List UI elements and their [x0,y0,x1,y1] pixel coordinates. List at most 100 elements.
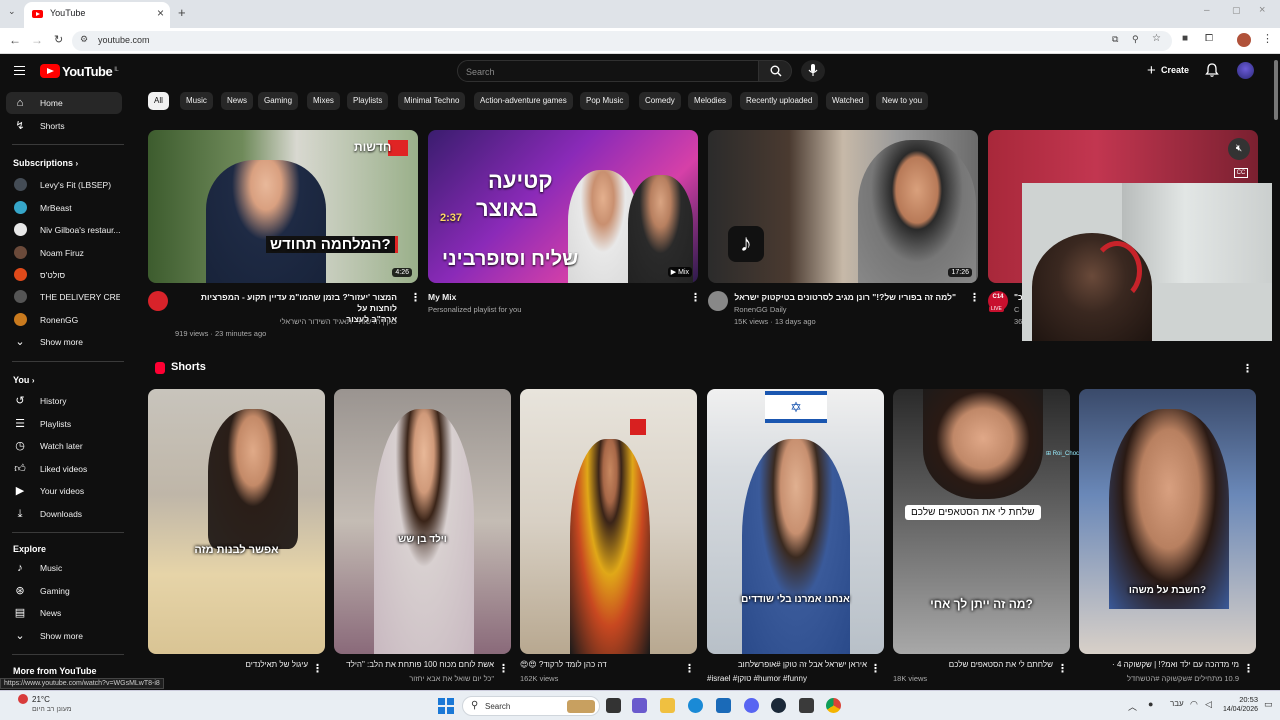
chip-all[interactable]: All [148,92,169,110]
sidebar-subscription[interactable]: RonenGG [6,309,122,331]
channel-name[interactable]: RonenGG Daily [734,305,787,315]
chrome-icon[interactable] [826,698,841,713]
subscriptions-heading[interactable]: Subscriptions › [13,158,78,168]
sidebar-item-music[interactable]: ♪ Music [6,557,122,579]
more-actions-icon[interactable]: ⋮ [410,291,421,304]
window-close-icon[interactable]: × [1259,4,1265,16]
search-box[interactable] [457,60,759,82]
youtube-logo-icon[interactable] [40,64,60,78]
show-more-subscriptions[interactable]: ⌄ Show more [6,331,122,353]
extensions-puzzle-icon[interactable]: ⧠ [1205,33,1213,44]
chip[interactable]: Minimal Techno [398,92,466,110]
account-avatar[interactable] [1237,62,1254,79]
chip[interactable]: Pop Music [580,92,630,110]
more-actions-icon[interactable]: ⋮ [969,291,980,304]
clock-time[interactable]: 20:53 [1222,695,1258,704]
more-actions-icon[interactable]: ⋮ [1243,662,1254,675]
channel-avatar[interactable] [148,291,168,311]
short-title[interactable]: עיגול של תאילנדים [148,660,308,669]
discord-icon[interactable] [744,698,759,713]
more-actions-icon[interactable]: ⋮ [498,662,509,675]
channel-name[interactable]: כאן | חדשות - תאגיד השידור הישראלי [175,317,397,327]
shorts-more-icon[interactable]: ⋮ [1242,362,1253,375]
sidebar-item-downloads[interactable]: ⤓ Downloads [6,503,122,525]
short-thumbnail[interactable]: ✡ אנחנו אמרנו בלי שודדים [707,389,884,654]
browser-menu-icon[interactable]: ⋮ [1262,32,1273,45]
task-view-icon[interactable] [606,698,621,713]
chip[interactable]: Gaming [258,92,299,110]
more-actions-icon[interactable]: ⋮ [1057,662,1068,675]
create-button[interactable]: + Create [1143,61,1195,81]
tray-mic-icon[interactable]: ● [1148,699,1153,709]
weather-temp[interactable]: 21°C [32,695,50,704]
zoom-icon[interactable]: ⚲ [1132,34,1139,45]
tray-chevron-icon[interactable]: ︿ [1128,700,1137,713]
wifi-icon[interactable]: ◠ [1190,699,1198,710]
sidebar-item-gaming[interactable]: ⊛ Gaming [6,580,122,602]
search-input[interactable] [466,64,746,79]
new-tab-icon[interactable]: + [178,5,186,20]
chip[interactable]: Comedy [639,92,681,110]
video-title[interactable]: My Mix [428,292,456,303]
scrollbar-thumb[interactable] [1274,60,1278,120]
notifications-bell-icon[interactable] [1205,63,1219,78]
sidebar-subscription[interactable]: THE DELIVERY CRE... [6,286,122,308]
taskbar-search[interactable]: ⚲ Search [462,696,600,716]
edge-icon[interactable] [688,698,703,713]
chip[interactable]: Action-adventure games [474,92,573,110]
maximize-icon[interactable]: ▢ [1232,5,1241,16]
windows-start-icon[interactable] [438,698,454,714]
sidebar-subscription[interactable]: Niv Gilboa's restaur... [6,219,122,241]
sidebar-item-home[interactable]: ⌂ Home [6,92,122,114]
voice-search-button[interactable] [801,60,825,82]
short-title[interactable]: שלחתם לי את הסטאפים שלכם [893,660,1053,669]
minimize-icon[interactable]: – [1204,5,1210,16]
short-title[interactable]: איראן ישראל אבל זה טוקן #אופרשלחוב [707,660,867,669]
close-tab-icon[interactable]: × [157,6,164,20]
sidebar-subscription[interactable]: Levy's Fit (LBSEP) [6,174,122,196]
notifications-icon[interactable]: ▭ [1264,699,1273,710]
video-thumbnail[interactable]: קטיעה באוצר 2:37 שליח וסופרביני ▶ Mix [428,130,698,283]
clock-date[interactable]: 14/04/2026 [1212,706,1258,713]
channel-name[interactable]: C [1014,305,1019,315]
back-icon[interactable]: ← [9,33,21,47]
captions-icon[interactable]: CC [1234,168,1248,178]
sidebar-item-news[interactable]: ▤ News [6,602,122,624]
chip[interactable]: Mixes [307,92,340,110]
browser-tab[interactable]: YouTube × [24,2,170,28]
chip[interactable]: News [221,92,254,110]
chip[interactable]: Watched [826,92,870,110]
chip[interactable]: New to you [876,92,929,110]
short-title[interactable]: אשת לוחם מכוח 100 פותחת את הלב: "הילד [334,660,494,669]
sidebar-item-watch-later[interactable]: ◷ Watch later [6,435,122,457]
sidebar-item-history[interactable]: ↺ History [6,390,122,412]
mute-icon[interactable]: 🔇︎ [1228,138,1250,160]
more-actions-icon[interactable]: ⋮ [312,662,323,675]
chip[interactable]: Recently uploaded [740,92,819,110]
teams-icon[interactable] [632,698,647,713]
more-actions-icon[interactable]: ⋮ [690,291,701,304]
app-icon[interactable] [799,698,814,713]
youtube-logo[interactable]: YouTube IL [62,64,119,79]
page-scrollbar[interactable] [1272,54,1280,690]
sidebar-subscription[interactable]: MrBeast [6,197,122,219]
chip[interactable]: Melodies [688,92,733,110]
language-indicator[interactable]: עבר [1170,699,1184,708]
profile-avatar-icon[interactable] [1237,33,1251,47]
file-explorer-icon[interactable] [660,698,675,713]
short-thumbnail[interactable]: וילד בן שש [334,389,511,654]
sidebar-item-liked-videos[interactable]: 👍︎ Liked videos [6,458,122,480]
short-thumbnail[interactable]: שלחת לי את הסטאפים שלכם מה זה ייתן לך אח… [893,389,1070,654]
short-thumbnail[interactable] [520,389,697,654]
channel-avatar[interactable] [708,291,728,311]
tab-search-icon[interactable]: ⌄ [8,6,16,17]
chip[interactable]: Playlists [347,92,389,110]
video-thumbnail[interactable]: ♪ 17:26 [708,130,978,283]
omnibox[interactable]: ⚙ youtube.com ⧉ ⚲ ☆ [72,31,1172,51]
steam-icon[interactable] [771,698,786,713]
forward-icon[interactable]: → [31,33,43,47]
site-info-icon[interactable]: ⚙ [80,34,88,45]
video-title[interactable]: "למה זה בפוריו של?!" רונן מגיב לסרטונים … [734,292,956,303]
sidebar-item-playlists[interactable]: ☰ Playlists [6,413,122,435]
reload-icon[interactable]: ↻ [54,33,63,46]
